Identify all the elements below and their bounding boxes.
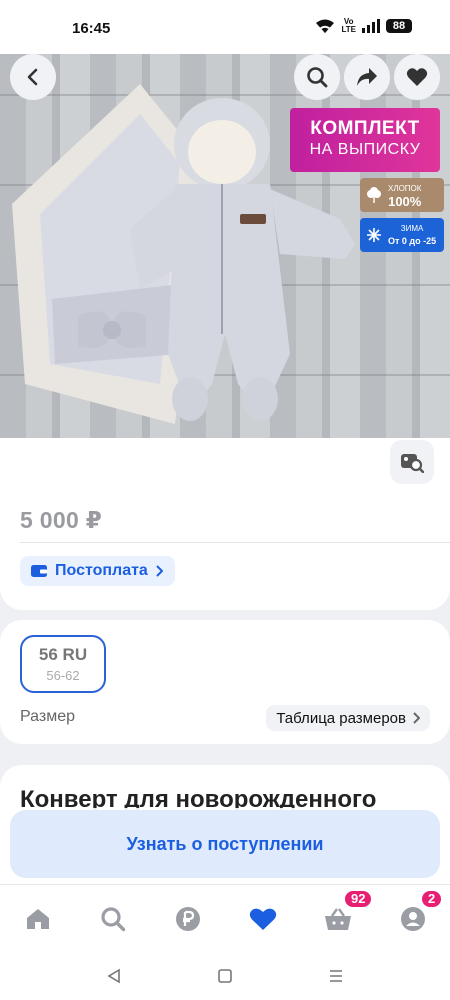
cotton-badge: ХЛОПОК 100% [360,178,444,212]
search-button[interactable] [294,54,340,100]
heart-icon [406,68,428,86]
status-icons: Vo LTE 88 [315,18,412,34]
banner-subtitle: НА ВЫПИСКУ [309,141,421,158]
profile-badge: 2 [420,889,444,909]
cotton-icon [367,187,381,203]
snowflake-icon [367,228,381,242]
banner-title: КОМПЛЕКТ [310,118,420,139]
postpay-label: Постоплата [55,562,148,579]
favorite-button[interactable] [394,54,440,100]
chevron-right-icon [413,712,420,724]
size-table-link[interactable]: Таблица размеров [266,705,430,731]
system-back-button[interactable] [102,964,126,988]
divider [20,542,450,543]
cart-badge: 92 [343,889,374,909]
system-home-button[interactable] [213,964,237,988]
postpay-button[interactable]: Постоплата [20,556,175,586]
search-icon [307,67,328,88]
menu-lines-icon [330,970,342,982]
back-button[interactable] [10,54,56,100]
volte-indicator: Vo LTE [341,17,356,34]
nav-finance[interactable] [168,899,208,939]
profile-icon [401,907,425,931]
status-time: 16:45 [72,20,111,37]
status-bar: 16:45 Vo LTE 88 [0,0,450,46]
heart-icon [249,908,277,930]
search-icon [101,907,126,932]
nav-home[interactable] [18,899,58,939]
triangle-back-icon [107,968,120,984]
basket-icon [325,908,351,930]
ruble-icon [176,907,200,931]
chevron-right-icon [156,565,163,577]
promo-banner: КОМПЛЕКТ НА ВЫПИСКУ [290,108,440,172]
square-home-icon [218,969,232,983]
size-option-selected[interactable]: 56 RU 56-62 [20,635,106,693]
system-recents-button[interactable] [324,964,348,988]
image-search-button[interactable] [390,440,434,484]
home-icon [27,909,49,929]
share-button[interactable] [344,54,390,100]
bottom-navigation: 92 2 [0,884,450,954]
battery-indicator: 88 [386,19,412,33]
wallet-icon [31,565,47,577]
share-icon [357,68,377,86]
winter-badge: ЗИМА От 0 до -25 [360,218,444,252]
system-navigation-bar [0,954,450,1000]
size-label: Размер [20,708,75,725]
signal-icon [362,19,380,33]
chevron-left-icon [27,68,38,86]
nav-favorites[interactable] [243,899,283,939]
wifi-icon [316,19,335,33]
notify-button[interactable]: Узнать о поступлении [10,810,440,878]
image-search-icon [401,454,424,473]
product-price: 5 000 ₽ [20,507,103,533]
nav-search[interactable] [93,899,133,939]
product-page: 16:45 Vo LTE 88 КОМПЛЕКТ НА ВЫПИСКУ ХЛОП… [0,0,450,1000]
